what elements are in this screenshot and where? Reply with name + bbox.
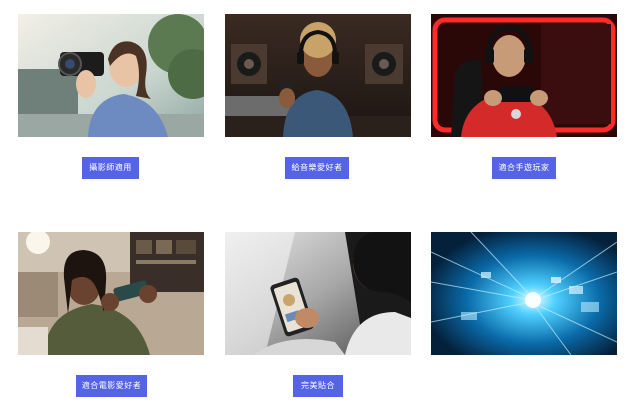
phone-in-hand-photo xyxy=(225,232,411,355)
mobile-gamer-illustration xyxy=(431,14,617,137)
movie-lover-photo xyxy=(18,232,204,355)
digital-data-photo xyxy=(431,232,617,355)
photographer-photo xyxy=(18,14,204,137)
music-lover-illustration xyxy=(225,14,411,137)
digital-data-illustration xyxy=(431,232,617,355)
photographer-illustration xyxy=(18,14,204,137)
tag-perfect-fit[interactable]: 完美貼合 xyxy=(293,375,343,397)
tag-music-lover[interactable]: 給音樂愛好者 xyxy=(285,157,349,179)
tag-movie-lover[interactable]: 適合電影愛好者 xyxy=(76,375,147,397)
movie-lover-illustration xyxy=(18,232,204,355)
music-lover-photo xyxy=(225,14,411,137)
tag-mobile-gamer[interactable]: 適合手遊玩家 xyxy=(492,157,556,179)
tag-photographer[interactable]: 攝影師適用 xyxy=(82,157,139,179)
phone-in-hand-illustration xyxy=(225,232,411,355)
mobile-gamer-photo xyxy=(431,14,617,137)
